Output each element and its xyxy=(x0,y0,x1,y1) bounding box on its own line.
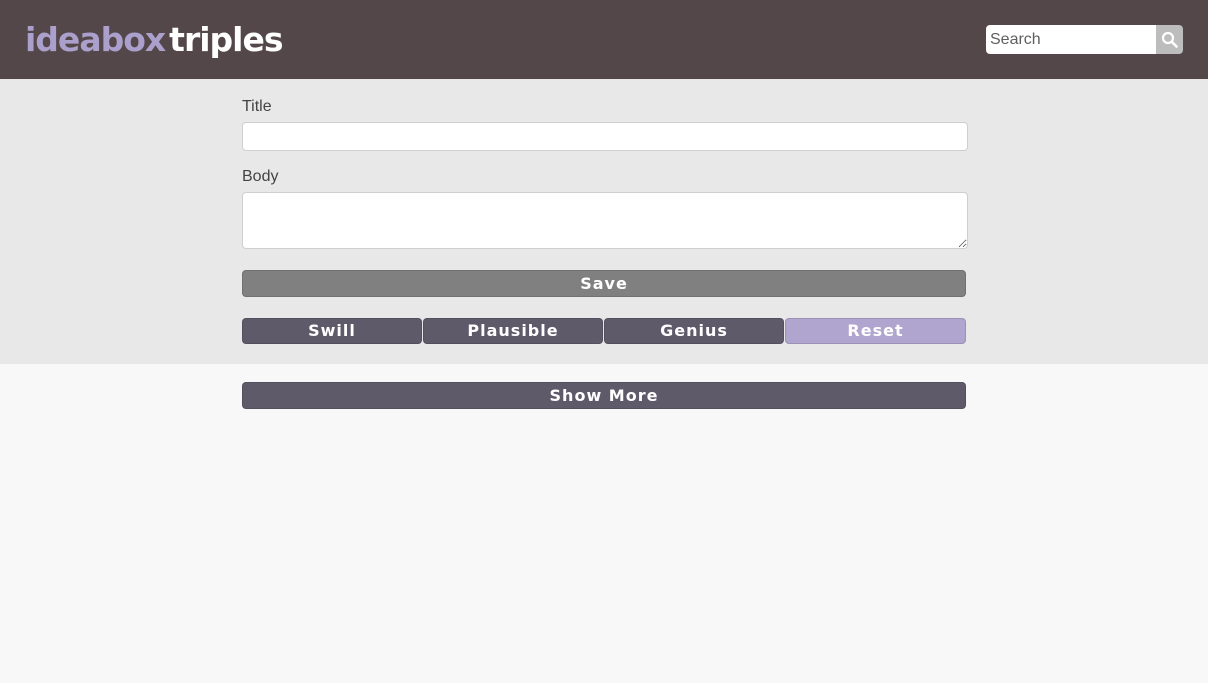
magnifier-icon xyxy=(1161,31,1178,48)
body-textarea[interactable] xyxy=(242,192,968,249)
save-button[interactable]: Save xyxy=(242,270,966,297)
app-logo[interactable]: ideabox triples xyxy=(25,20,284,60)
filter-swill-button[interactable]: Swill xyxy=(242,318,422,344)
logo-ideabox: ideabox xyxy=(25,20,166,59)
filter-genius-button[interactable]: Genius xyxy=(604,318,784,344)
search-form xyxy=(986,25,1183,54)
search-button[interactable] xyxy=(1156,25,1183,54)
title-label: Title xyxy=(242,98,272,115)
show-more-button[interactable]: Show More xyxy=(242,382,966,409)
filter-plausible-button[interactable]: Plausible xyxy=(423,318,603,344)
logo-triples: triples xyxy=(169,20,283,59)
app-header: ideabox triples xyxy=(0,0,1208,79)
title-input[interactable] xyxy=(242,122,968,151)
search-input[interactable] xyxy=(986,25,1156,54)
filter-reset-button[interactable]: Reset xyxy=(785,318,966,344)
body-label: Body xyxy=(242,168,279,185)
idea-form-panel: Title Body Save Swill Plausible Genius R… xyxy=(0,79,1208,364)
